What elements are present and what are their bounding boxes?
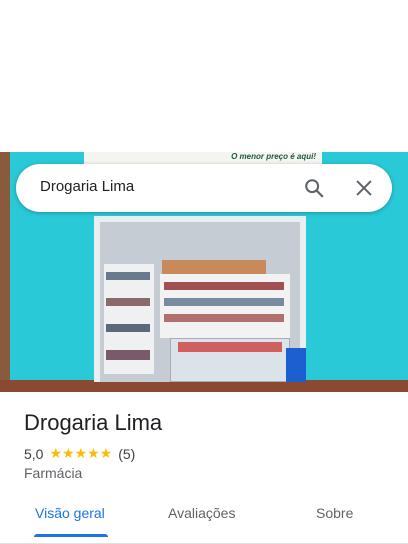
blue-fridge (286, 348, 306, 382)
map-blank-area (0, 0, 408, 152)
close-icon[interactable] (353, 177, 375, 199)
shelf-goods (106, 324, 150, 332)
counter-goods (178, 342, 282, 352)
shelf-goods (164, 314, 284, 322)
rating-row[interactable]: 5,0 ★★★★★ (5) (24, 445, 135, 462)
shelf-goods (162, 260, 266, 274)
shelf-goods (164, 282, 284, 290)
star-rating-icon: ★★★★★ (49, 445, 113, 461)
place-category[interactable]: Farmácia (24, 465, 82, 481)
rating-value: 5,0 (24, 445, 44, 462)
tab-reviews[interactable]: Avaliações (168, 505, 235, 521)
place-tabs: Visão geral Avaliações Sobre (0, 494, 408, 544)
shelf-goods (106, 298, 150, 306)
search-icon[interactable] (303, 177, 325, 199)
review-count[interactable]: (5) (118, 446, 135, 462)
tab-overview[interactable]: Visão geral (35, 505, 105, 521)
storefront-sign-text: O menor preço é aqui! (231, 152, 316, 161)
shelf-goods (106, 272, 150, 280)
search-query-text[interactable]: Drogaria Lima (40, 178, 134, 195)
tab-about[interactable]: Sobre (316, 505, 353, 521)
active-tab-indicator (34, 534, 108, 537)
place-title: Drogaria Lima (24, 410, 163, 435)
search-bar[interactable]: Drogaria Lima (16, 164, 392, 212)
shelf-goods (106, 350, 150, 360)
shelf-goods (164, 298, 284, 306)
